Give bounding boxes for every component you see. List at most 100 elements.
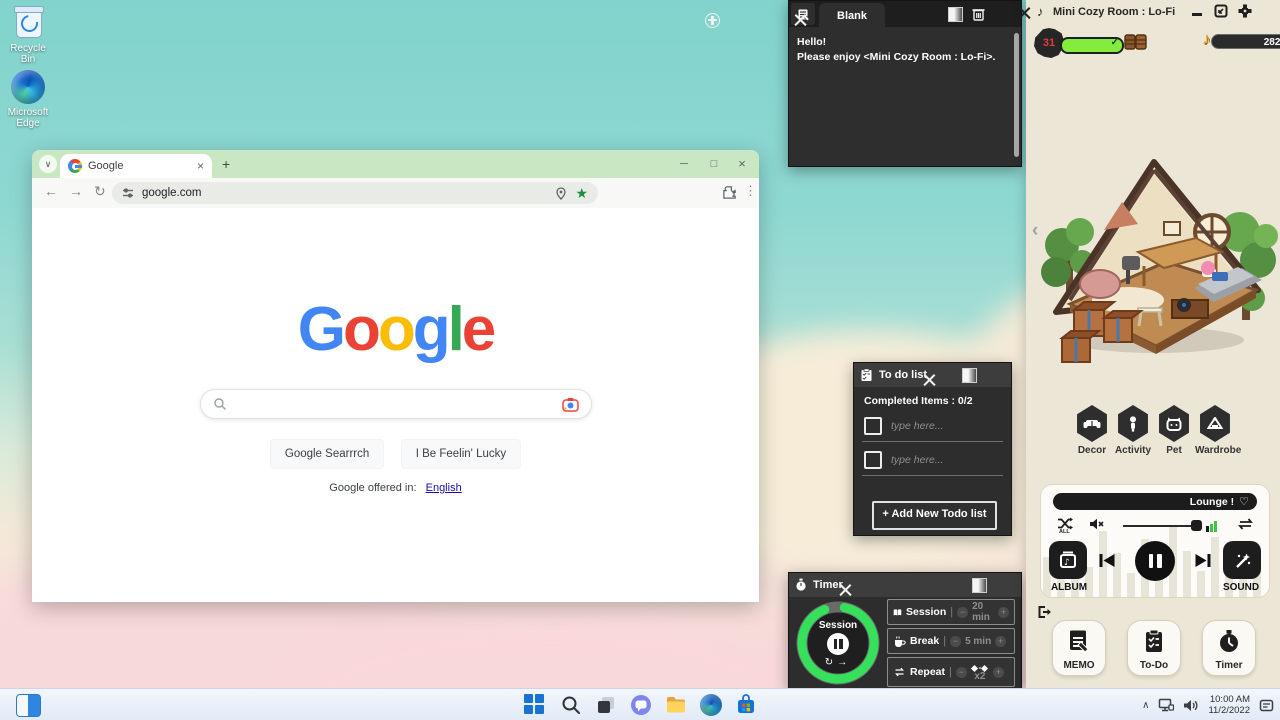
currency-note-icon: ♪ <box>1202 29 1211 49</box>
browser-close-button[interactable]: × <box>727 150 757 178</box>
site-settings-icon[interactable] <box>122 187 134 199</box>
nav-pet-button[interactable]: Pet <box>1154 405 1194 456</box>
taskbar-clock[interactable]: 10:00 AM 11/2/2022 <box>1208 694 1250 716</box>
todo-item-placeholder[interactable]: type here... <box>891 420 944 432</box>
tab-close-icon[interactable]: × <box>197 160 204 172</box>
session-increase-button[interactable]: + <box>998 607 1009 618</box>
sound-button[interactable] <box>1223 541 1261 579</box>
memo-content[interactable]: Hello! Please enjoy <Mini Cozy Room : Lo… <box>789 27 1021 166</box>
language-link[interactable]: English <box>426 482 462 494</box>
opacity-icon[interactable] <box>972 578 987 593</box>
todo-item-placeholder[interactable]: type here... <box>891 454 944 466</box>
repeat-decrease-button[interactable]: − <box>956 667 967 678</box>
edge-taskbar-button[interactable] <box>700 694 722 716</box>
app-popout-icon[interactable] <box>1214 4 1228 18</box>
opacity-icon[interactable] <box>962 368 977 383</box>
session-decrease-button[interactable]: − <box>957 607 968 618</box>
network-icon[interactable] <box>1158 698 1174 712</box>
browser-menu-icon[interactable]: ⋮ <box>744 183 757 199</box>
app-close-icon[interactable] <box>1018 6 1031 19</box>
logo-letter: g <box>413 294 448 365</box>
dock-memo-button[interactable]: MEMO <box>1052 620 1106 676</box>
volume-level-bar <box>1214 521 1217 532</box>
microsoft-store-button[interactable] <box>735 694 757 716</box>
browser-tab-google[interactable]: Google × <box>60 154 212 178</box>
location-icon[interactable] <box>555 187 567 200</box>
browser-maximize-button[interactable]: □ <box>699 150 729 178</box>
feeling-lucky-button[interactable]: I Be Feelin' Lucky <box>401 439 521 469</box>
todo-checkbox[interactable] <box>864 417 882 435</box>
notification-center-icon[interactable] <box>1259 698 1274 713</box>
todo-close-icon[interactable] <box>923 374 936 387</box>
google-search-box[interactable] <box>200 389 592 419</box>
start-button[interactable] <box>523 693 547 717</box>
mute-icon[interactable] <box>1089 518 1104 530</box>
add-memo-icon[interactable] <box>705 13 720 28</box>
repeat-increase-button[interactable]: + <box>993 667 1004 678</box>
nav-decor-button[interactable]: Decor <box>1072 405 1112 456</box>
todo-item[interactable]: type here... <box>864 417 944 435</box>
memo-titlebar[interactable]: Blank <box>789 1 1021 27</box>
lens-camera-icon[interactable] <box>562 397 579 412</box>
extensions-icon[interactable] <box>722 185 737 200</box>
todo-titlebar[interactable]: To do list <box>854 363 1011 387</box>
timer-restart-icon[interactable]: ↻ <box>825 657 837 668</box>
delete-memo-trash-icon[interactable] <box>972 7 985 21</box>
tray-overflow-chevron[interactable]: ∧ <box>1142 700 1149 711</box>
timer-pause-button[interactable] <box>827 633 849 655</box>
todo-item[interactable]: type here... <box>864 451 944 469</box>
exit-icon[interactable] <box>1038 606 1051 618</box>
album-button[interactable]: ♪ <box>1049 541 1087 579</box>
basket-icon[interactable] <box>1124 31 1148 51</box>
url-text[interactable]: google.com <box>142 187 547 199</box>
chat-button[interactable] <box>630 694 652 716</box>
browser-minimize-button[interactable]: ─ <box>669 150 699 178</box>
memo-tab[interactable]: Blank <box>819 3 885 27</box>
todo-checkbox[interactable] <box>864 451 882 469</box>
memo-close-icon[interactable] <box>794 14 807 27</box>
google-search-button[interactable]: Google Searrrch <box>270 439 384 469</box>
reload-icon[interactable]: ↻ <box>94 183 106 200</box>
timer-exit-icon[interactable]: → <box>837 657 851 668</box>
file-explorer-button[interactable] <box>665 694 687 716</box>
add-new-todo-button[interactable]: + Add New Todo list <box>872 501 997 530</box>
pause-button[interactable] <box>1135 541 1175 581</box>
desktop-icon-microsoft-edge[interactable]: Microsoft Edge <box>2 70 54 129</box>
back-icon[interactable]: ← <box>44 183 58 199</box>
timer-mini-actions[interactable]: ↻→ <box>796 657 880 668</box>
repeat-icon[interactable] <box>1237 517 1254 531</box>
taskbar-search-button[interactable] <box>560 694 582 716</box>
logo-letter: e <box>462 294 493 365</box>
break-increase-button[interactable]: + <box>995 636 1006 647</box>
nav-wardrobe-button[interactable]: Wardrobe <box>1195 405 1235 456</box>
now-playing-pill[interactable]: Lounge ! ♡ <box>1053 493 1257 510</box>
dock-timer-button[interactable]: Timer <box>1202 620 1256 676</box>
opacity-icon[interactable] <box>948 7 963 22</box>
volume-slider-knob[interactable] <box>1191 520 1202 531</box>
dock-todo-button[interactable]: To-Do <box>1127 620 1181 676</box>
volume-slider-track[interactable] <box>1123 525 1201 527</box>
break-decrease-button[interactable]: − <box>950 636 961 647</box>
app-settings-gear-icon[interactable] <box>1238 4 1252 18</box>
search-input[interactable] <box>227 396 562 412</box>
desktop-icon-recycle-bin[interactable]: Recycle Bin <box>2 6 54 65</box>
transport-controls: ♪ <box>1041 541 1269 583</box>
forward-icon[interactable]: → <box>69 183 83 199</box>
session-timer-dial[interactable]: Session ↻→ <box>796 601 880 685</box>
task-view-button[interactable] <box>595 694 617 716</box>
boxes <box>1062 302 1141 362</box>
timer-close-icon[interactable] <box>839 584 852 597</box>
next-track-icon[interactable] <box>1195 553 1211 568</box>
volume-icon[interactable] <box>1183 699 1199 712</box>
new-tab-button[interactable]: + <box>222 156 230 172</box>
app-minimize-icon[interactable] <box>1192 13 1202 16</box>
nav-activity-button[interactable]: Activity <box>1113 405 1153 456</box>
address-bar[interactable]: google.com ★ <box>112 182 598 204</box>
pixel-room-scene[interactable] <box>1026 140 1280 380</box>
bookmark-star-icon[interactable]: ★ <box>575 186 588 200</box>
previous-track-icon[interactable] <box>1099 553 1115 568</box>
tab-search-chevron-icon[interactable]: ∨ <box>39 155 57 173</box>
timer-titlebar[interactable]: Timer <box>789 573 1021 597</box>
favorite-heart-icon[interactable]: ♡ <box>1239 495 1249 508</box>
memo-scrollbar[interactable] <box>1014 33 1019 157</box>
